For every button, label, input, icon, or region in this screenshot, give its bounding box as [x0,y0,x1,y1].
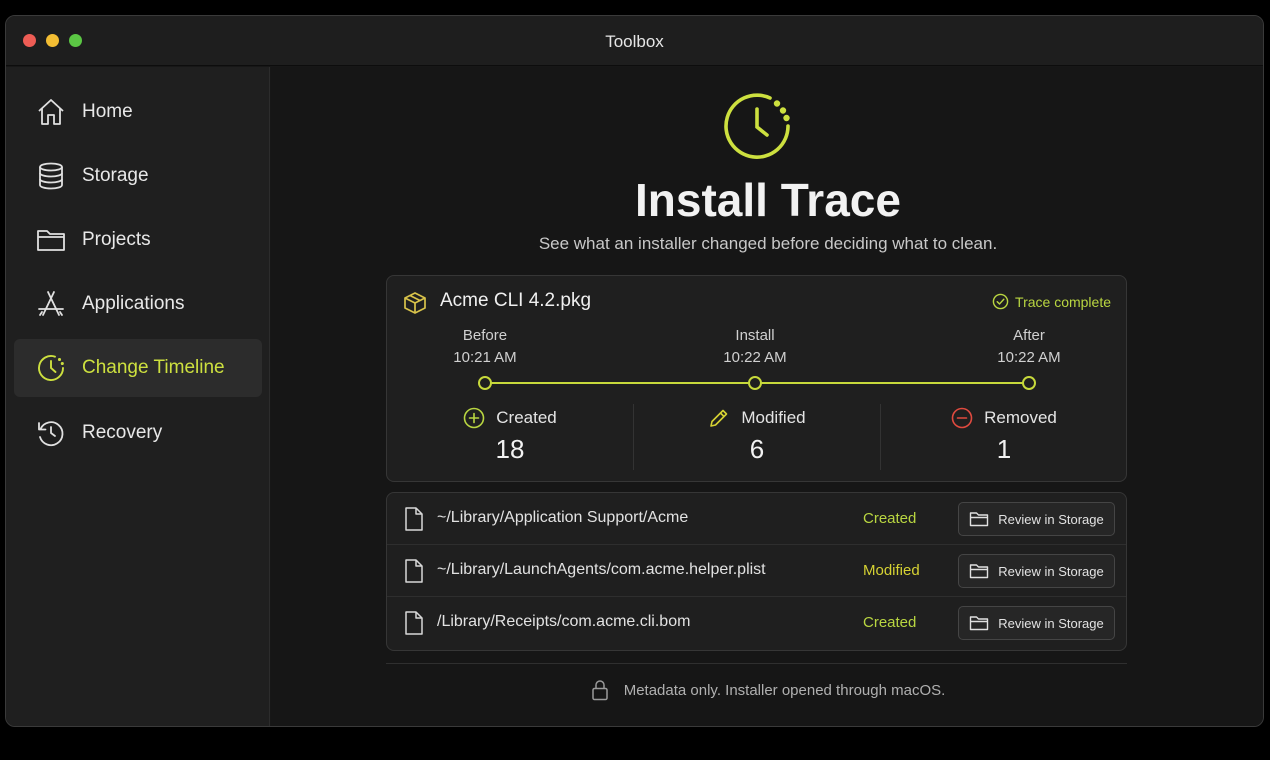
button-label: Review in Storage [998,615,1104,631]
folder-icon [970,564,989,579]
status-badge: Trace complete [992,293,1111,310]
package-icon [404,292,426,314]
stage-time: 10:22 AM [723,349,787,366]
title-bar: Toolbox [6,16,1263,66]
history-icon [34,416,68,450]
database-icon [34,159,68,193]
sidebar-item-label: Change Timeline [82,357,225,378]
home-icon [34,95,68,129]
sidebar-item-recovery[interactable]: Recovery [14,404,262,462]
stat-removed: Removed 1 [881,404,1127,470]
sidebar-item-change-timeline[interactable]: Change Timeline [14,339,262,397]
change-type: Modified [863,562,920,579]
app-store-icon [34,287,68,321]
stage-label: Install [735,327,775,344]
page-title: Install Trace [635,174,901,226]
timeline-stage-before: Before 10:21 AM [425,325,545,369]
stat-label: Created [496,408,557,427]
timeline-stage-install: Install 10:22 AM [695,325,815,369]
status-text: Trace complete [1015,293,1111,310]
button-label: Review in Storage [998,511,1104,527]
check-circle-icon [992,293,1009,310]
footer-note: Metadata only. Installer opened through … [271,679,1263,701]
stage-time: 10:21 AM [453,349,517,366]
stage-time: 10:22 AM [997,349,1061,366]
sidebar: Home Storage Projects Applications Chang… [6,67,270,726]
file-path: ~/Library/LaunchAgents/com.acme.helper.p… [437,561,766,578]
changes-list: ~/Library/Application Support/Acme Creat… [386,492,1127,651]
sidebar-item-label: Home [82,101,133,122]
page-subtitle: See what an installer changed before dec… [538,234,998,253]
lock-icon [591,680,608,701]
pencil-icon [710,409,728,427]
stage-label: Before [462,327,508,344]
minus-circle-icon [951,407,973,429]
trace-card: Acme CLI 4.2.pkg Trace complete Before 1… [386,275,1127,482]
stat-label: Removed [984,408,1057,427]
sidebar-item-label: Projects [82,229,151,250]
stage-label: After [1013,327,1045,344]
clock-icon [724,93,790,159]
folder-icon [970,512,989,527]
timeline-node-before[interactable] [478,376,492,390]
stat-value: 6 [749,434,765,464]
file-path: ~/Library/Application Support/Acme [437,509,689,526]
footer-text: Metadata only. Installer opened through … [623,681,946,699]
sidebar-item-projects[interactable]: Projects [14,211,262,269]
folder-icon [970,616,989,631]
package-name: Acme CLI 4.2.pkg [440,290,592,311]
review-in-storage-button[interactable]: Review in Storage [958,606,1115,640]
review-in-storage-button[interactable]: Review in Storage [958,502,1115,536]
app-window: Toolbox Home Storage Projects Applicatio… [5,15,1264,727]
sidebar-item-label: Recovery [82,422,163,443]
timeline-stage-after: After 10:22 AM [969,325,1089,369]
file-icon [405,559,423,583]
file-icon [405,611,423,635]
window-title: Toolbox [605,32,664,51]
stat-value: 18 [495,434,525,464]
change-type: Created [863,614,917,631]
timeline-node-after[interactable] [1022,376,1036,390]
stat-value: 1 [996,434,1012,464]
file-path: /Library/Receipts/com.acme.cli.bom [437,613,691,630]
stat-modified: Modified 6 [634,404,880,470]
list-item: ~/Library/Application Support/Acme Creat… [387,493,1126,545]
review-in-storage-button[interactable]: Review in Storage [958,554,1115,588]
clock-icon [34,351,68,385]
sidebar-item-storage[interactable]: Storage [14,147,262,205]
folder-icon [34,223,68,257]
change-type: Created [863,510,917,527]
footer-divider [386,663,1127,664]
sidebar-item-applications[interactable]: Applications [14,275,262,333]
list-item: /Library/Receipts/com.acme.cli.bom Creat… [387,597,1126,649]
file-icon [405,507,423,531]
button-label: Review in Storage [998,563,1104,579]
stat-label: Modified [741,408,806,427]
sidebar-item-label: Storage [82,165,149,186]
plus-circle-icon [463,407,485,429]
timeline-node-install[interactable] [748,376,762,390]
main-content: Install Trace See what an installer chan… [271,67,1263,726]
sidebar-item-home[interactable]: Home [14,83,262,141]
list-item: ~/Library/LaunchAgents/com.acme.helper.p… [387,545,1126,597]
sidebar-item-label: Applications [82,293,185,314]
stat-created: Created 18 [387,404,633,470]
